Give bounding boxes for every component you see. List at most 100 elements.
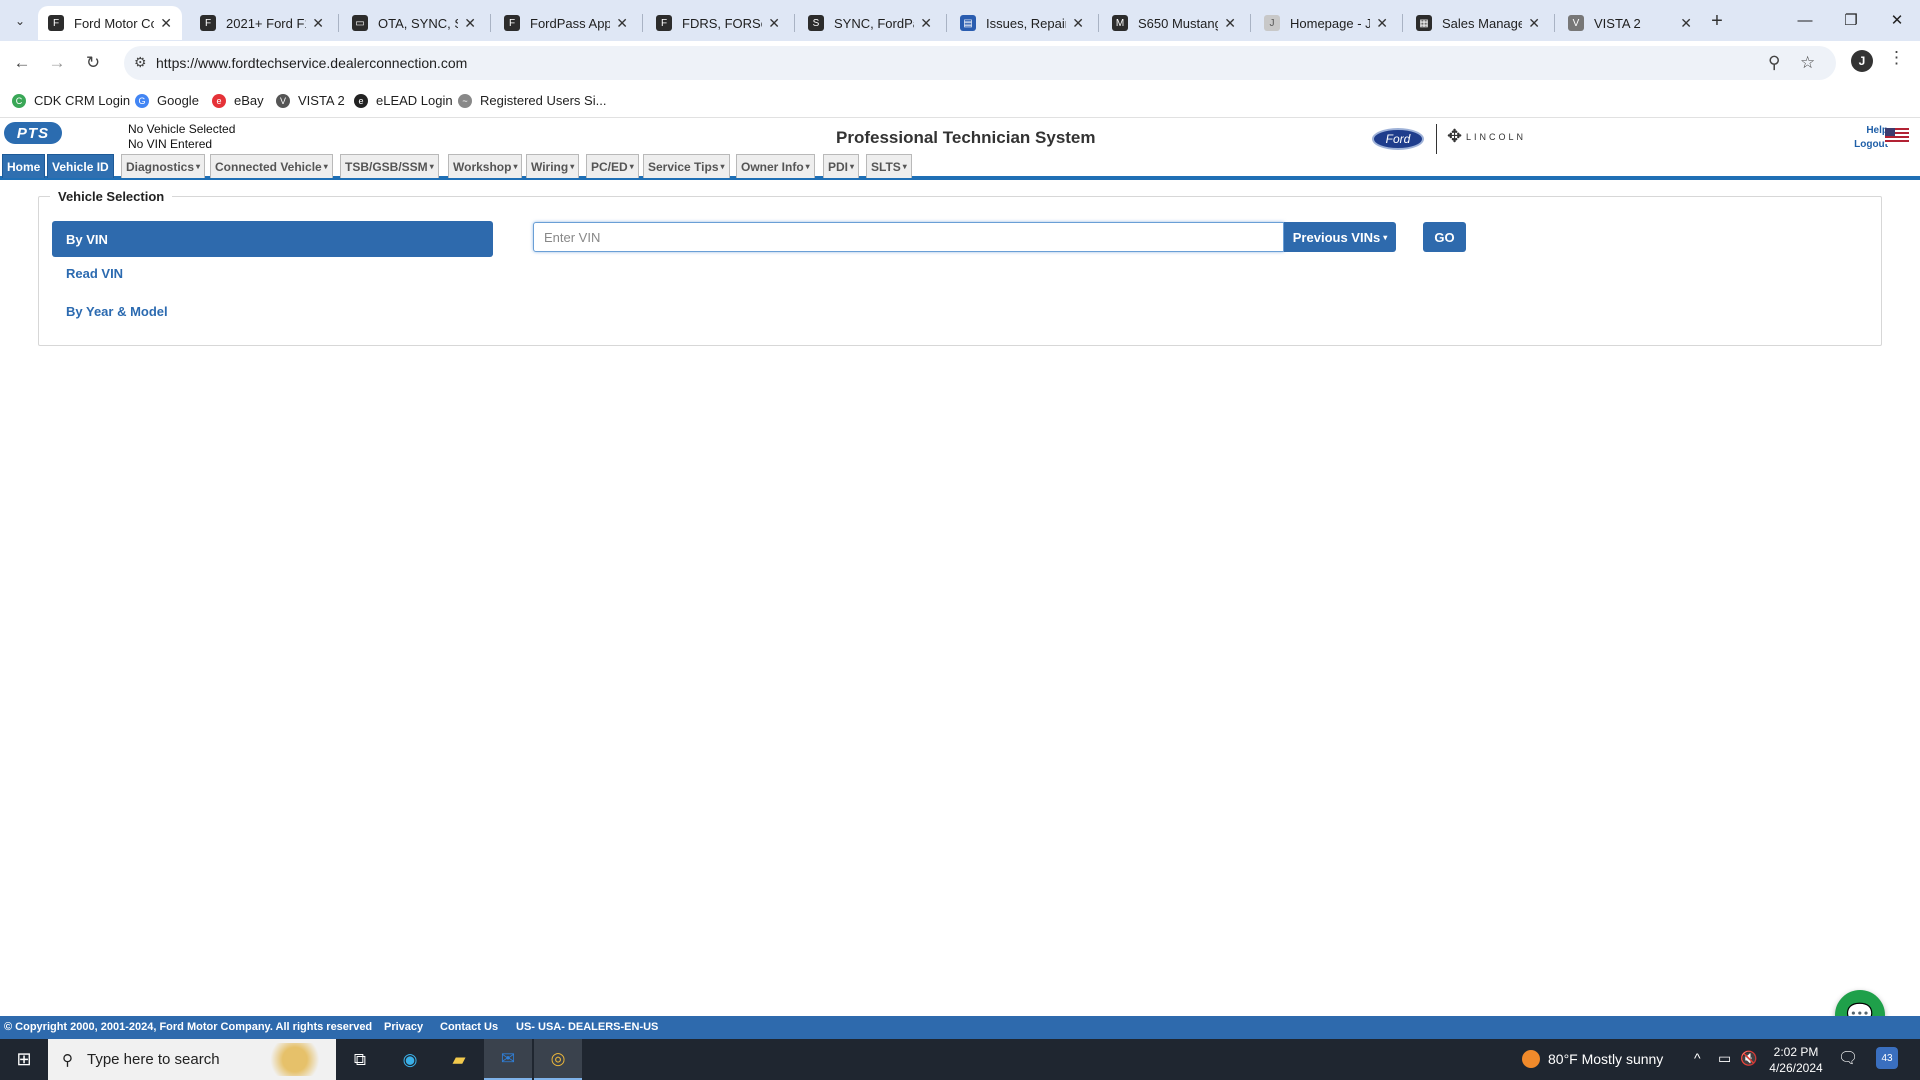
bookmark-elead[interactable]: e eLEAD Login: [354, 93, 453, 108]
nav-wiring[interactable]: Wiring ▾: [526, 154, 580, 178]
nav-slts[interactable]: SLTS ▾: [866, 154, 912, 178]
bookmark-cdk-crm[interactable]: C CDK CRM Login: [12, 93, 130, 108]
previous-vins-dropdown[interactable]: Previous VINs ▾: [1284, 222, 1396, 252]
nav-pdi[interactable]: PDI ▾: [823, 154, 860, 178]
browser-tab-issues[interactable]: ▤ Issues, Repairs ✕: [950, 6, 1094, 40]
nav-vehicle-id[interactable]: Vehicle ID: [47, 154, 114, 178]
edge-icon[interactable]: ◉: [386, 1039, 434, 1080]
nav-diagnostics[interactable]: Diagnostics ▾: [121, 154, 206, 178]
weather-text: 80°F Mostly sunny: [1548, 1051, 1664, 1067]
tab-close-icon[interactable]: ✕: [1680, 15, 1692, 32]
bookmark-google[interactable]: G Google: [135, 93, 199, 108]
outlook-icon[interactable]: ✉: [484, 1039, 532, 1080]
browser-menu-icon[interactable]: ⋮: [1888, 48, 1905, 68]
browser-tab-sales[interactable]: ▦ Sales Managem ✕: [1406, 6, 1550, 40]
us-flag-icon[interactable]: [1885, 128, 1909, 144]
restore-icon[interactable]: ❐: [1828, 4, 1874, 36]
tab-close-icon[interactable]: ✕: [1072, 15, 1084, 32]
windows-start-icon[interactable]: ⊞: [0, 1039, 48, 1080]
tab-close-icon[interactable]: ✕: [1376, 15, 1388, 32]
chat-icon: ▭: [352, 15, 368, 31]
browser-tab-s650[interactable]: M S650 Mustang ✕: [1102, 6, 1246, 40]
network-icon[interactable]: ▭: [1718, 1050, 1731, 1067]
tab-close-icon[interactable]: ✕: [464, 15, 476, 32]
system-clock[interactable]: 2:02 PM 4/26/2024: [1766, 1044, 1826, 1076]
issues-icon: ▤: [960, 15, 976, 31]
browser-tab-ford-f1[interactable]: F 2021+ Ford F1 ✕: [190, 6, 334, 40]
tab-label: 2021+ Ford F1: [226, 15, 307, 31]
notifications-icon[interactable]: 🗨: [1838, 1048, 1858, 1068]
tab-close-icon[interactable]: ✕: [312, 15, 324, 32]
brand-divider: [1436, 124, 1437, 154]
browser-tab-strip: ⌄ F Ford Motor Co ✕ F 2021+ Ford F1 ✕ ▭ …: [0, 0, 1920, 41]
link-icon: ~: [458, 93, 472, 108]
previous-vins-label: Previous VINs: [1292, 229, 1381, 245]
logout-link[interactable]: Logout: [1836, 138, 1888, 152]
nav-workshop[interactable]: Workshop ▾: [448, 154, 523, 178]
method-by-vin[interactable]: By VIN: [52, 221, 493, 257]
tab-label: Issues, Repairs: [986, 15, 1066, 31]
bookmark-label: eLEAD Login: [376, 93, 453, 108]
task-view-icon[interactable]: ⧉: [336, 1039, 384, 1080]
chrome-icon[interactable]: ◎: [534, 1039, 582, 1080]
nav-tsb-gsb-ssm[interactable]: TSB/GSB/SSM ▾: [340, 154, 439, 178]
method-read-vin[interactable]: Read VIN: [66, 266, 123, 281]
contact-us-link[interactable]: Contact Us: [440, 1021, 498, 1033]
nav-home[interactable]: Home: [2, 154, 46, 178]
bookmark-star-icon[interactable]: ☆: [1800, 53, 1815, 73]
address-bar[interactable]: ⚙ https://www.fordtechservice.dealerconn…: [124, 46, 1836, 80]
zoom-icon[interactable]: ⚲: [1768, 53, 1780, 73]
method-by-year-model[interactable]: By Year & Model: [66, 304, 168, 319]
caret-down-icon: ▾: [902, 162, 907, 171]
reload-icon[interactable]: ↻: [79, 49, 107, 77]
show-hidden-icons-icon[interactable]: ^: [1694, 1050, 1701, 1066]
notification-count-badge[interactable]: 43: [1876, 1047, 1898, 1069]
tab-close-icon[interactable]: ✕: [616, 15, 628, 32]
back-icon[interactable]: ←: [8, 49, 36, 77]
site-settings-icon[interactable]: ⚙: [134, 54, 147, 71]
tab-close-icon[interactable]: ✕: [160, 15, 172, 32]
nav-label: Vehicle ID: [52, 159, 109, 174]
browser-tab-fdrs[interactable]: F FDRS, FORScar ✕: [646, 6, 790, 40]
go-button[interactable]: GO: [1423, 222, 1466, 252]
caret-down-icon: ▾: [720, 162, 725, 171]
nav-pc-ed[interactable]: PC/ED ▾: [586, 154, 639, 178]
volume-muted-icon[interactable]: 🔇: [1740, 1050, 1757, 1067]
browser-tab-ford-motor[interactable]: F Ford Motor Co ✕: [38, 6, 182, 40]
pts-logo[interactable]: PTS: [4, 122, 62, 144]
nav-label: Home: [7, 159, 41, 174]
tab-close-icon[interactable]: ✕: [768, 15, 780, 32]
mustang-icon: M: [1112, 15, 1128, 31]
nav-owner-info[interactable]: Owner Info ▾: [736, 154, 815, 178]
bookmark-registered-users[interactable]: ~ Registered Users Si...: [458, 93, 606, 108]
url-text[interactable]: https://www.fordtechservice.dealerconnec…: [156, 55, 467, 71]
browser-tab-vista[interactable]: V VISTA 2 ✕: [1558, 6, 1702, 40]
privacy-link[interactable]: Privacy: [384, 1021, 423, 1033]
weather-widget[interactable]: 80°F Mostly sunny: [1522, 1050, 1663, 1068]
file-explorer-icon[interactable]: ▰: [435, 1039, 483, 1080]
browser-tab-ota-sync[interactable]: ▭ OTA, SYNC, Ste ✕: [342, 6, 486, 40]
profile-avatar[interactable]: J: [1851, 50, 1873, 72]
taskbar-search[interactable]: ⚲ Type here to search: [48, 1039, 336, 1080]
help-link[interactable]: Help: [1836, 124, 1888, 138]
tab-close-icon[interactable]: ✕: [920, 15, 932, 32]
new-tab-icon[interactable]: +: [1704, 8, 1730, 34]
nav-service-tips[interactable]: Service Tips ▾: [643, 154, 730, 178]
nav-connected-vehicle[interactable]: Connected Vehicle ▾: [210, 154, 333, 178]
browser-tab-fordpass[interactable]: F FordPass App, ✕: [494, 6, 638, 40]
tab-close-icon[interactable]: ✕: [1224, 15, 1236, 32]
ford-logo: Ford: [1372, 128, 1424, 150]
tab-search-chevron-icon[interactable]: ⌄: [8, 9, 32, 33]
vin-entered-status: No VIN Entered: [128, 137, 213, 151]
forward-icon[interactable]: →: [43, 49, 71, 77]
bookmarks-bar: C CDK CRM Login G Google e eBay V VISTA …: [0, 85, 1920, 118]
tab-close-icon[interactable]: ✕: [1528, 15, 1540, 32]
close-window-icon[interactable]: ✕: [1874, 4, 1920, 36]
search-icon: ⚲: [62, 1051, 73, 1069]
browser-tab-homepage[interactable]: J Homepage - Ja ✕: [1254, 6, 1398, 40]
vin-input[interactable]: [533, 222, 1284, 252]
bookmark-vista2[interactable]: V VISTA 2: [276, 93, 345, 108]
browser-tab-sync-fordpass[interactable]: S SYNC, FordPas ✕: [798, 6, 942, 40]
bookmark-ebay[interactable]: e eBay: [212, 93, 264, 108]
minimize-icon[interactable]: —: [1782, 4, 1828, 36]
